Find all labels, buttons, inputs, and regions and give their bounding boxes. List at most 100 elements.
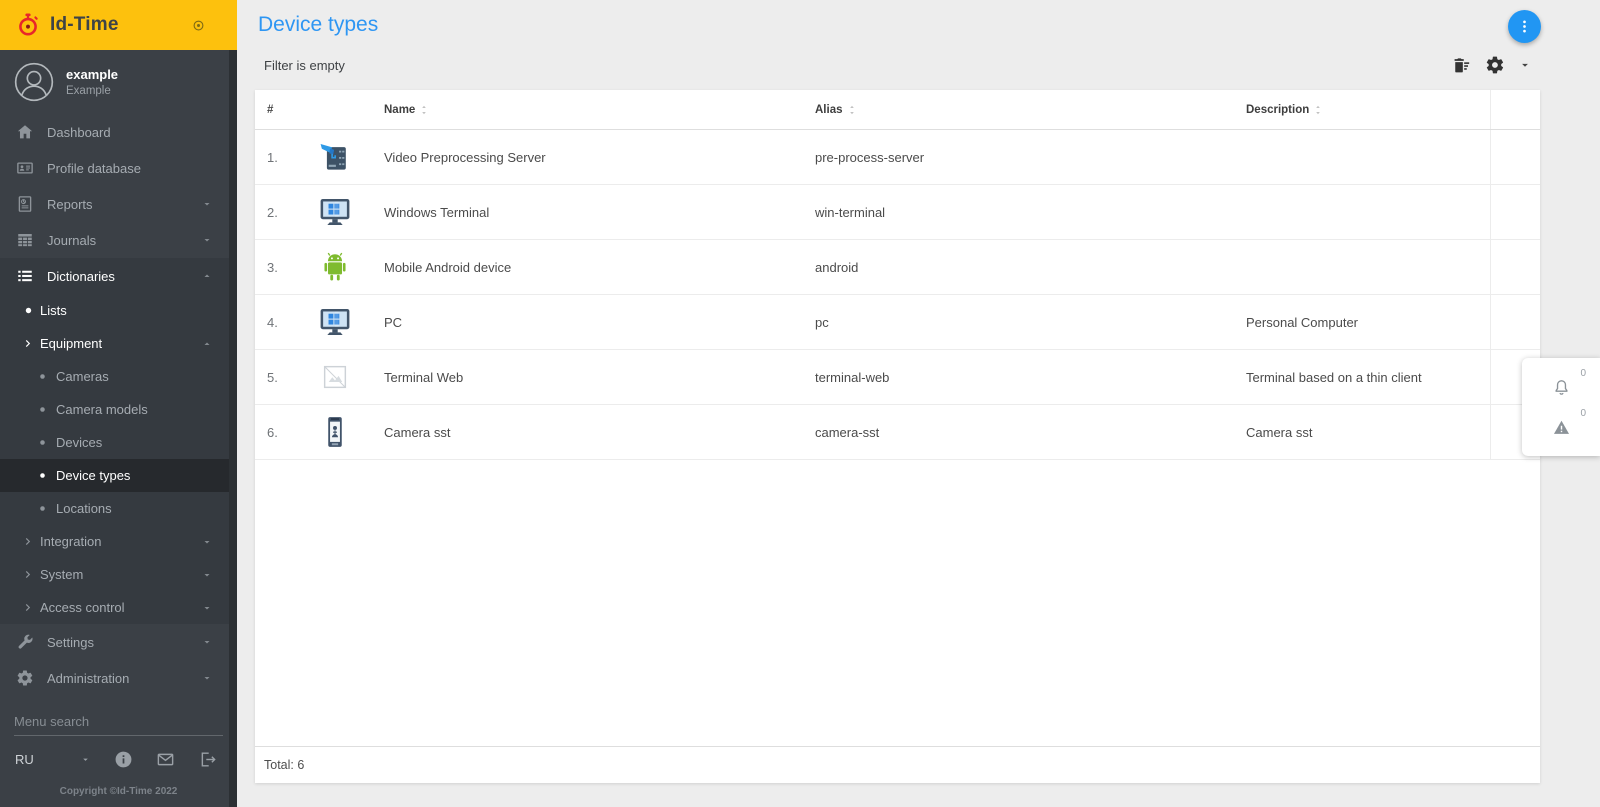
sort-icon [1312,104,1324,116]
column-header-icon [300,90,370,129]
chevron-right-icon [22,535,35,548]
caret-down-icon [201,234,213,246]
table-row[interactable]: 3. Mobile Android device android [255,240,1540,295]
device-name: Video Preprocessing Server [384,149,546,165]
notifications-bell-button[interactable]: 0 [1522,367,1600,407]
menu-search-input[interactable] [14,710,223,736]
clear-filter-icon[interactable] [1450,55,1470,75]
logout-icon[interactable] [198,750,217,769]
sort-icon [418,104,430,116]
mail-icon[interactable] [156,750,175,769]
sidebar-item-dashboard[interactable]: Dashboard [0,114,229,150]
row-number: 1. [267,149,278,165]
sidebar-item-cameras[interactable]: Cameras [0,360,229,393]
device-alias: terminal-web [815,369,890,385]
device-name: Mobile Android device [384,259,512,275]
caret-down-icon [201,536,213,548]
id-card-icon [16,159,34,177]
sidebar-item-label: System [40,567,84,582]
table-row[interactable]: 5. Terminal Web terminal-web Terminal based… [255,350,1540,405]
notification-panel: 0 0 [1522,358,1600,456]
sidebar-item-label: Integration [40,534,102,549]
report-icon [16,195,34,213]
sidebar-item-dictionaries[interactable]: Dictionaries [0,258,229,294]
sidebar-item-settings[interactable]: Settings [0,624,229,660]
row-icon-cell [300,240,370,294]
column-header-description[interactable]: Description [1232,90,1490,129]
device-name: PC [384,314,403,330]
filter-bar: Filter is empty [255,46,1540,84]
sidebar-item-devices[interactable]: Devices [0,426,229,459]
menu-search-wrap [0,704,237,740]
sidebar-item-lists[interactable]: Lists [0,294,229,327]
device-description [1232,240,1490,294]
device-alias: android [815,259,859,275]
sidebar-item-label: Settings [47,634,94,650]
sidebar-item-camera-models[interactable]: Camera models [0,393,229,426]
sidebar-item-access-control[interactable]: Access control [0,591,229,624]
caret-down-icon [201,569,213,581]
row-number: 5. [267,369,278,385]
sidebar-item-equipment[interactable]: Equipment [0,327,229,360]
sidebar-item-label: Reports [47,196,93,212]
bell-count: 0 [1580,368,1586,379]
column-label: Description [1246,103,1310,116]
info-icon[interactable] [114,750,133,769]
sidebar-item-journals[interactable]: Journals [0,222,229,258]
column-header-alias[interactable]: Alias [801,90,1232,129]
row-icon-cell [300,185,370,239]
sidebar-item-label: Devices [56,435,103,450]
device-description: Camera sst [1246,424,1313,440]
user-block[interactable]: example Example [0,50,237,114]
collapse-panel-caret-icon[interactable] [1518,58,1532,72]
user-name: example [66,67,119,82]
monitor-windows-icon [317,304,353,340]
device-description: Terminal based on a thin client [1246,369,1422,385]
bullet-icon [37,503,48,514]
column-label: # [267,103,274,116]
table-row[interactable]: 1. Video Preprocessing Server pre-process-… [255,130,1540,185]
column-header-name[interactable]: Name [370,90,801,129]
language-selector[interactable]: RU [15,752,91,767]
row-actions-cell [1490,130,1540,184]
stopwatch-logo-icon [15,12,41,38]
device-alias: camera-sst [815,424,880,440]
row-number: 6. [267,424,278,440]
sidebar-scrollbar[interactable] [229,50,237,807]
bullet-icon [37,404,48,415]
row-actions-cell [1490,295,1540,349]
table-body: 1. Video Preprocessing Server pre-process-… [255,130,1540,460]
record-toggle-icon[interactable] [191,18,206,33]
sidebar-item-integration[interactable]: Integration [0,525,229,558]
main-content: Device types Filter is empty # Name Alia… [237,0,1600,807]
broken-image-icon [317,359,353,395]
sort-icon [846,104,858,116]
row-number: 2. [267,204,278,220]
sidebar-footer: RU [0,740,237,777]
user-role: Example [66,85,111,97]
bell-icon [1552,378,1571,397]
sidebar-item-reports[interactable]: Reports [0,186,229,222]
android-robot-icon [317,249,353,285]
app-header: Id-Time [0,0,237,50]
sidebar-item-locations[interactable]: Locations [0,492,229,525]
total-count: Total: 6 [264,758,305,772]
device-name: Terminal Web [384,369,464,385]
sidebar-item-profile-database[interactable]: Profile database [0,150,229,186]
caret-up-icon [201,338,213,350]
actions-menu-button[interactable] [1508,10,1541,43]
table-settings-gear-icon[interactable] [1485,55,1505,75]
notifications-warning-button[interactable]: 0 [1522,407,1600,447]
column-header-num[interactable]: # [255,90,300,129]
sidebar-item-label: Dashboard [47,124,111,140]
wrench-icon [16,633,34,651]
sidebar-item-system[interactable]: System [0,558,229,591]
sidebar-item-device-types[interactable]: Device types [0,459,229,492]
caret-up-icon [201,270,213,282]
caret-down-icon [80,754,91,765]
table-row[interactable]: 4. PC pc Personal Computer [255,295,1540,350]
table-empty-space [255,460,1540,746]
sidebar-item-administration[interactable]: Administration [0,660,229,696]
table-row[interactable]: 6. Camera sst camera-sst Camera sst [255,405,1540,460]
table-row[interactable]: 2. Windows Terminal win-terminal [255,185,1540,240]
